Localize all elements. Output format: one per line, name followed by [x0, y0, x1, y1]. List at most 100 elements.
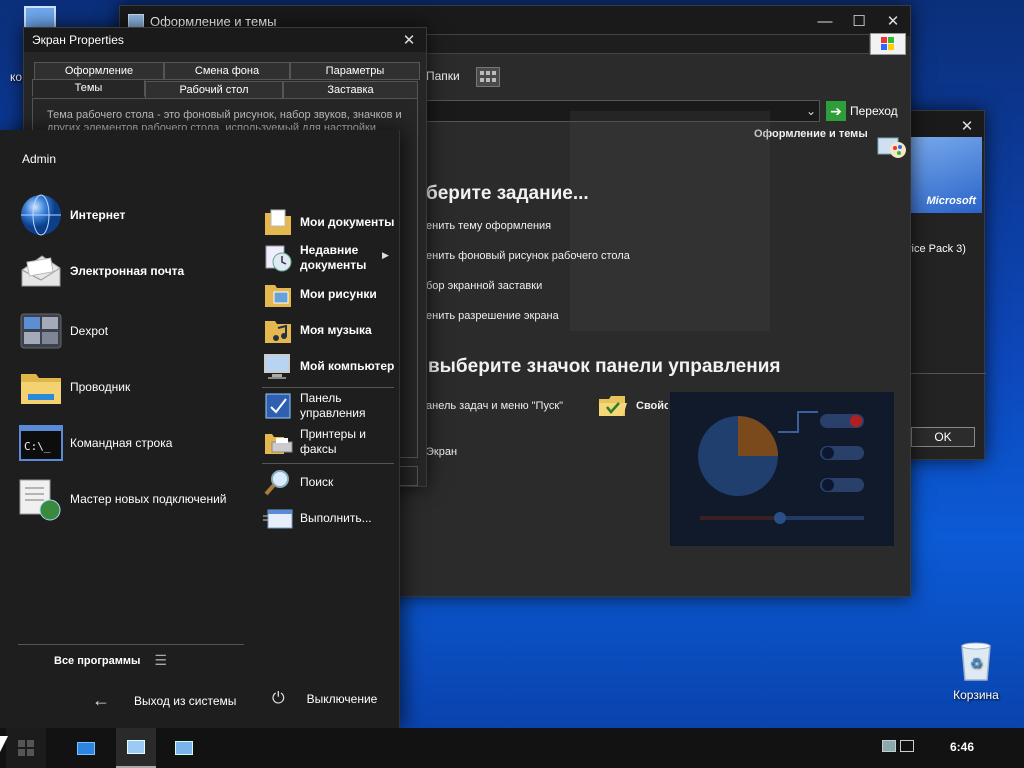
shutdown-label: Выключение: [306, 692, 378, 706]
dexpot-tray-icon: [882, 740, 896, 752]
start-item-dexpot[interactable]: Dexpot: [18, 306, 258, 356]
views-button[interactable]: [476, 67, 500, 87]
display-link[interactable]: Экран: [426, 446, 457, 458]
taskbar-start-link[interactable]: анель задач и меню "Пуск": [426, 400, 563, 412]
globe-icon: [21, 194, 61, 236]
printer-icon: [265, 434, 293, 454]
close-icon: ✕: [960, 118, 974, 135]
menu-bar: [420, 34, 870, 54]
windows-logo-icon: [18, 740, 34, 756]
properties-close-button[interactable]: ✕: [392, 28, 426, 52]
close-icon: ✕: [886, 13, 900, 30]
go-arrow-icon: ➔: [826, 101, 846, 121]
maximize-icon: ☐: [852, 13, 866, 30]
start-item-internet[interactable]: Интернет: [18, 190, 258, 240]
shutdown-button[interactable]: ⏻ Выключение: [272, 690, 377, 708]
about-divider: [906, 373, 986, 374]
recent-documents-icon: [265, 245, 292, 272]
mail-icon: [21, 255, 61, 287]
my-pictures-icon: [265, 285, 291, 307]
pick-task-heading: берите задание...: [426, 183, 589, 204]
address-dropdown-button[interactable]: ⌄: [802, 101, 820, 121]
logoff-button[interactable]: ← Выход из системы: [92, 690, 236, 711]
start-item-label: Выполнить...: [300, 510, 372, 525]
right-separator-2: [262, 463, 394, 464]
about-version-text: vice Pack 3): [906, 243, 966, 255]
taskbar-app-1[interactable]: [66, 728, 106, 768]
task-link-screensaver[interactable]: бор экранной заставки: [426, 280, 542, 292]
close-button[interactable]: ✕: [876, 6, 910, 36]
taskbar: 6:46: [0, 728, 1024, 768]
folder-explorer-icon: [21, 374, 61, 404]
start-item-my-computer[interactable]: Мой компьютер: [262, 350, 396, 382]
taskbar-app-3[interactable]: [164, 728, 204, 768]
start-item-label: Моя музыка: [300, 322, 372, 337]
properties-title: Экран Properties: [32, 33, 124, 47]
mouse-cursor: [0, 736, 8, 752]
tab-background[interactable]: Смена фона: [164, 62, 290, 80]
ok-button[interactable]: OK: [911, 427, 975, 447]
start-item-my-documents[interactable]: Мои документы: [262, 206, 396, 238]
start-item-network-wizard[interactable]: Мастер новых подключений: [18, 474, 258, 524]
start-item-label: Мои документы: [300, 214, 395, 229]
close-icon: ✕: [402, 32, 416, 49]
search-icon: [264, 470, 289, 496]
my-computer-icon: [264, 354, 290, 379]
properties-titlebar: Экран Properties ✕: [24, 28, 426, 52]
user-name: Admin: [22, 152, 57, 166]
maximize-button[interactable]: ☐: [842, 6, 876, 36]
microsoft-logo-text: Microsoft: [926, 195, 977, 207]
start-item-my-music[interactable]: Моя музыка: [262, 314, 396, 346]
tab-screensaver[interactable]: Заставка: [283, 81, 418, 99]
minimize-icon: —: [817, 12, 833, 30]
start-item-control-panel[interactable]: Панель управления: [262, 390, 396, 422]
go-button[interactable]: ➔ Переход: [826, 99, 910, 123]
task-link-wallpaper[interactable]: енить фоновый рисунок рабочего стола: [426, 250, 630, 262]
window-icon: [77, 741, 95, 755]
dexpot-icon: [20, 313, 62, 349]
network-tray-icon: [900, 740, 914, 752]
views-grid-icon: [480, 71, 496, 82]
task-link-theme[interactable]: енить тему оформления: [426, 220, 551, 232]
appearance-themes-icon: [877, 137, 906, 158]
appearance-illustration: [668, 390, 894, 546]
start-item-label: Dexpot: [70, 324, 109, 338]
my-documents-icon: [265, 209, 291, 235]
start-item-label: Панель управления: [300, 391, 366, 420]
start-item-cmd[interactable]: C:\_ Командная строка: [18, 418, 258, 468]
network-wizard-icon: [19, 479, 61, 521]
start-item-label: Проводник: [70, 380, 131, 394]
start-item-explorer[interactable]: Проводник: [18, 362, 258, 412]
control-panel-icon: [128, 14, 144, 28]
start-button[interactable]: [6, 728, 46, 768]
folders-button[interactable]: Папки: [426, 69, 460, 83]
tab-settings[interactable]: Параметры: [290, 62, 420, 80]
minimize-button[interactable]: —: [808, 6, 842, 36]
go-label: Переход: [850, 104, 898, 118]
all-programs-button[interactable]: Все программы ☰: [54, 652, 167, 669]
list-icon: ☰: [154, 652, 167, 668]
start-item-recent-documents[interactable]: Недавние документы: [262, 242, 396, 274]
pick-icon-heading: выберите значок панели управления: [428, 356, 781, 377]
task-link-resolution[interactable]: енить разрешение экрана: [426, 310, 559, 322]
category-title: Оформление и темы: [754, 128, 868, 140]
clock[interactable]: 6:46: [950, 740, 974, 754]
windows-flag-icon: [870, 33, 906, 55]
start-item-my-pictures[interactable]: Мои рисунки: [262, 278, 396, 310]
tab-themes[interactable]: Темы: [32, 79, 145, 97]
tab-appearance[interactable]: Оформление: [34, 62, 164, 80]
run-icon: [263, 509, 293, 529]
tray-icons[interactable]: [882, 740, 914, 752]
start-item-run[interactable]: Выполнить...: [262, 502, 396, 534]
start-item-search[interactable]: Поиск: [262, 466, 396, 498]
start-item-email[interactable]: Электронная почта: [18, 246, 258, 296]
recycle-bin[interactable]: ♻ Корзина: [946, 638, 1006, 702]
all-programs-label: Все программы: [54, 654, 141, 667]
tab-desktop[interactable]: Рабочий стол: [145, 81, 283, 99]
right-separator-1: [262, 387, 394, 388]
start-menu: Admin Интернет Электронная почта Dexpot: [0, 130, 400, 728]
window-icon: [127, 740, 145, 754]
start-item-label: Электронная почта: [70, 264, 185, 278]
start-item-printers[interactable]: Принтеры и факсы: [262, 426, 396, 458]
taskbar-app-2[interactable]: [116, 728, 156, 768]
